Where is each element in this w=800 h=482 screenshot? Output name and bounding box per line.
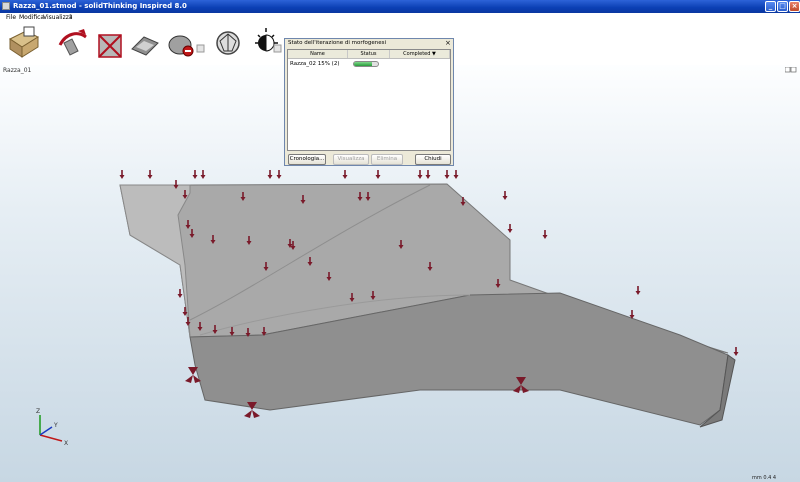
small-square-icon[interactable] bbox=[196, 25, 206, 61]
list-header: Name Status Completed ▼ bbox=[288, 50, 450, 59]
history-button[interactable]: Cronologia... bbox=[288, 154, 326, 165]
morphogenesis-icon[interactable] bbox=[96, 25, 126, 61]
load-arrow-head bbox=[276, 175, 282, 179]
load-arrow-head bbox=[507, 229, 513, 233]
axis-triad: Z X Y bbox=[36, 408, 68, 447]
load-arrow-head bbox=[119, 175, 125, 179]
unit-readout: mm 0.4 4 bbox=[752, 475, 777, 481]
window-title: Razza_01.stmod - solidThinking Inspired … bbox=[13, 2, 187, 10]
axis-z-label: Z bbox=[36, 408, 40, 415]
load-arrow-head bbox=[267, 175, 273, 179]
menu-file[interactable]: File bbox=[6, 14, 16, 21]
dialog-title: Stato dell'iterazione di morfogenesi bbox=[288, 40, 387, 46]
new-model-icon[interactable] bbox=[6, 25, 40, 61]
menu-bar: File Modifica Visualizza ? bbox=[0, 13, 800, 23]
small-square-icon[interactable] bbox=[273, 25, 283, 61]
load-arrow-head bbox=[177, 294, 183, 298]
iteration-list[interactable]: Name Status Completed ▼ Razza_02 15% (2) bbox=[287, 49, 451, 151]
minimize-button[interactable]: _ bbox=[765, 1, 776, 12]
progress-fill bbox=[354, 62, 372, 66]
load-arrow-head bbox=[444, 175, 450, 179]
load-arrow-head bbox=[200, 175, 206, 179]
column-name[interactable]: Name bbox=[288, 50, 348, 58]
load-arrow-head bbox=[453, 175, 459, 179]
section-icon[interactable] bbox=[130, 25, 160, 61]
close-dialog-button[interactable]: Chiudi bbox=[415, 154, 451, 165]
load-arrow-head bbox=[192, 175, 198, 179]
load-arrow-head bbox=[425, 175, 431, 179]
app-icon[interactable] bbox=[2, 2, 10, 10]
dialog-close-icon[interactable]: × bbox=[445, 39, 451, 47]
list-item-name[interactable]: Razza_02 15% (2) bbox=[290, 61, 339, 67]
menu-modifica[interactable]: Modifica bbox=[19, 14, 44, 21]
view-button[interactable]: Visualizza bbox=[333, 154, 369, 165]
menu-help[interactable]: ? bbox=[69, 14, 72, 21]
load-arrow-head bbox=[342, 175, 348, 179]
load-arrow-head bbox=[417, 175, 423, 179]
load-arrow-head bbox=[635, 291, 641, 295]
load-arrow-head bbox=[375, 175, 381, 179]
morphogenesis-status-dialog: Stato dell'iterazione di morfogenesi × N… bbox=[284, 38, 454, 166]
axis-y-label: Y bbox=[53, 422, 58, 429]
extrude-icon[interactable] bbox=[56, 25, 90, 61]
run-analysis-icon[interactable] bbox=[166, 25, 196, 61]
axis-x-label: X bbox=[64, 440, 68, 447]
delete-button[interactable]: Elimina bbox=[371, 154, 403, 165]
model-left-wall bbox=[119, 184, 191, 338]
load-arrow-head bbox=[147, 175, 153, 179]
load-arrow-head bbox=[733, 352, 739, 356]
title-bar: Razza_01.stmod - solidThinking Inspired … bbox=[0, 0, 800, 13]
column-completed[interactable]: Completed ▼ bbox=[390, 50, 450, 58]
load-arrow-head bbox=[542, 235, 548, 239]
progress-bar bbox=[353, 61, 379, 67]
symmetry-icon[interactable] bbox=[214, 25, 244, 61]
column-status[interactable]: Status bbox=[348, 50, 390, 58]
maximize-button[interactable]: □ bbox=[777, 1, 788, 12]
load-arrow-head bbox=[502, 196, 508, 200]
close-button[interactable]: × bbox=[789, 1, 800, 12]
